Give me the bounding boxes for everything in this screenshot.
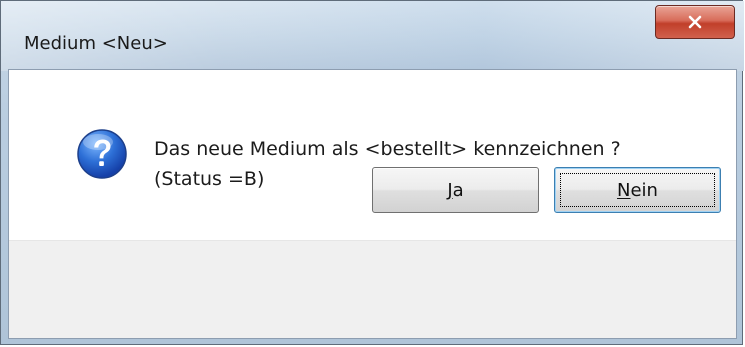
question-icon xyxy=(77,129,127,179)
button-bar xyxy=(9,240,736,338)
close-button[interactable] xyxy=(655,5,735,39)
yes-button[interactable]: Ja xyxy=(372,167,539,213)
no-button[interactable]: Nein xyxy=(554,167,721,213)
no-button-rest: ein xyxy=(630,179,658,201)
yes-button-rest: a xyxy=(452,179,464,201)
dialog-window: Medium <Neu> Das neue Medium als <bestel… xyxy=(0,0,744,345)
no-button-label: Nein xyxy=(617,180,658,201)
close-icon xyxy=(688,15,702,29)
window-title: Medium <Neu> xyxy=(24,33,168,54)
yes-button-label: Ja xyxy=(447,180,463,201)
dialog-content: Das neue Medium als <bestellt> kennzeich… xyxy=(8,69,737,339)
title-bar[interactable]: Medium <Neu> xyxy=(1,1,744,71)
message-area: Das neue Medium als <bestellt> kennzeich… xyxy=(9,70,736,240)
no-button-mnemonic: N xyxy=(617,179,631,201)
